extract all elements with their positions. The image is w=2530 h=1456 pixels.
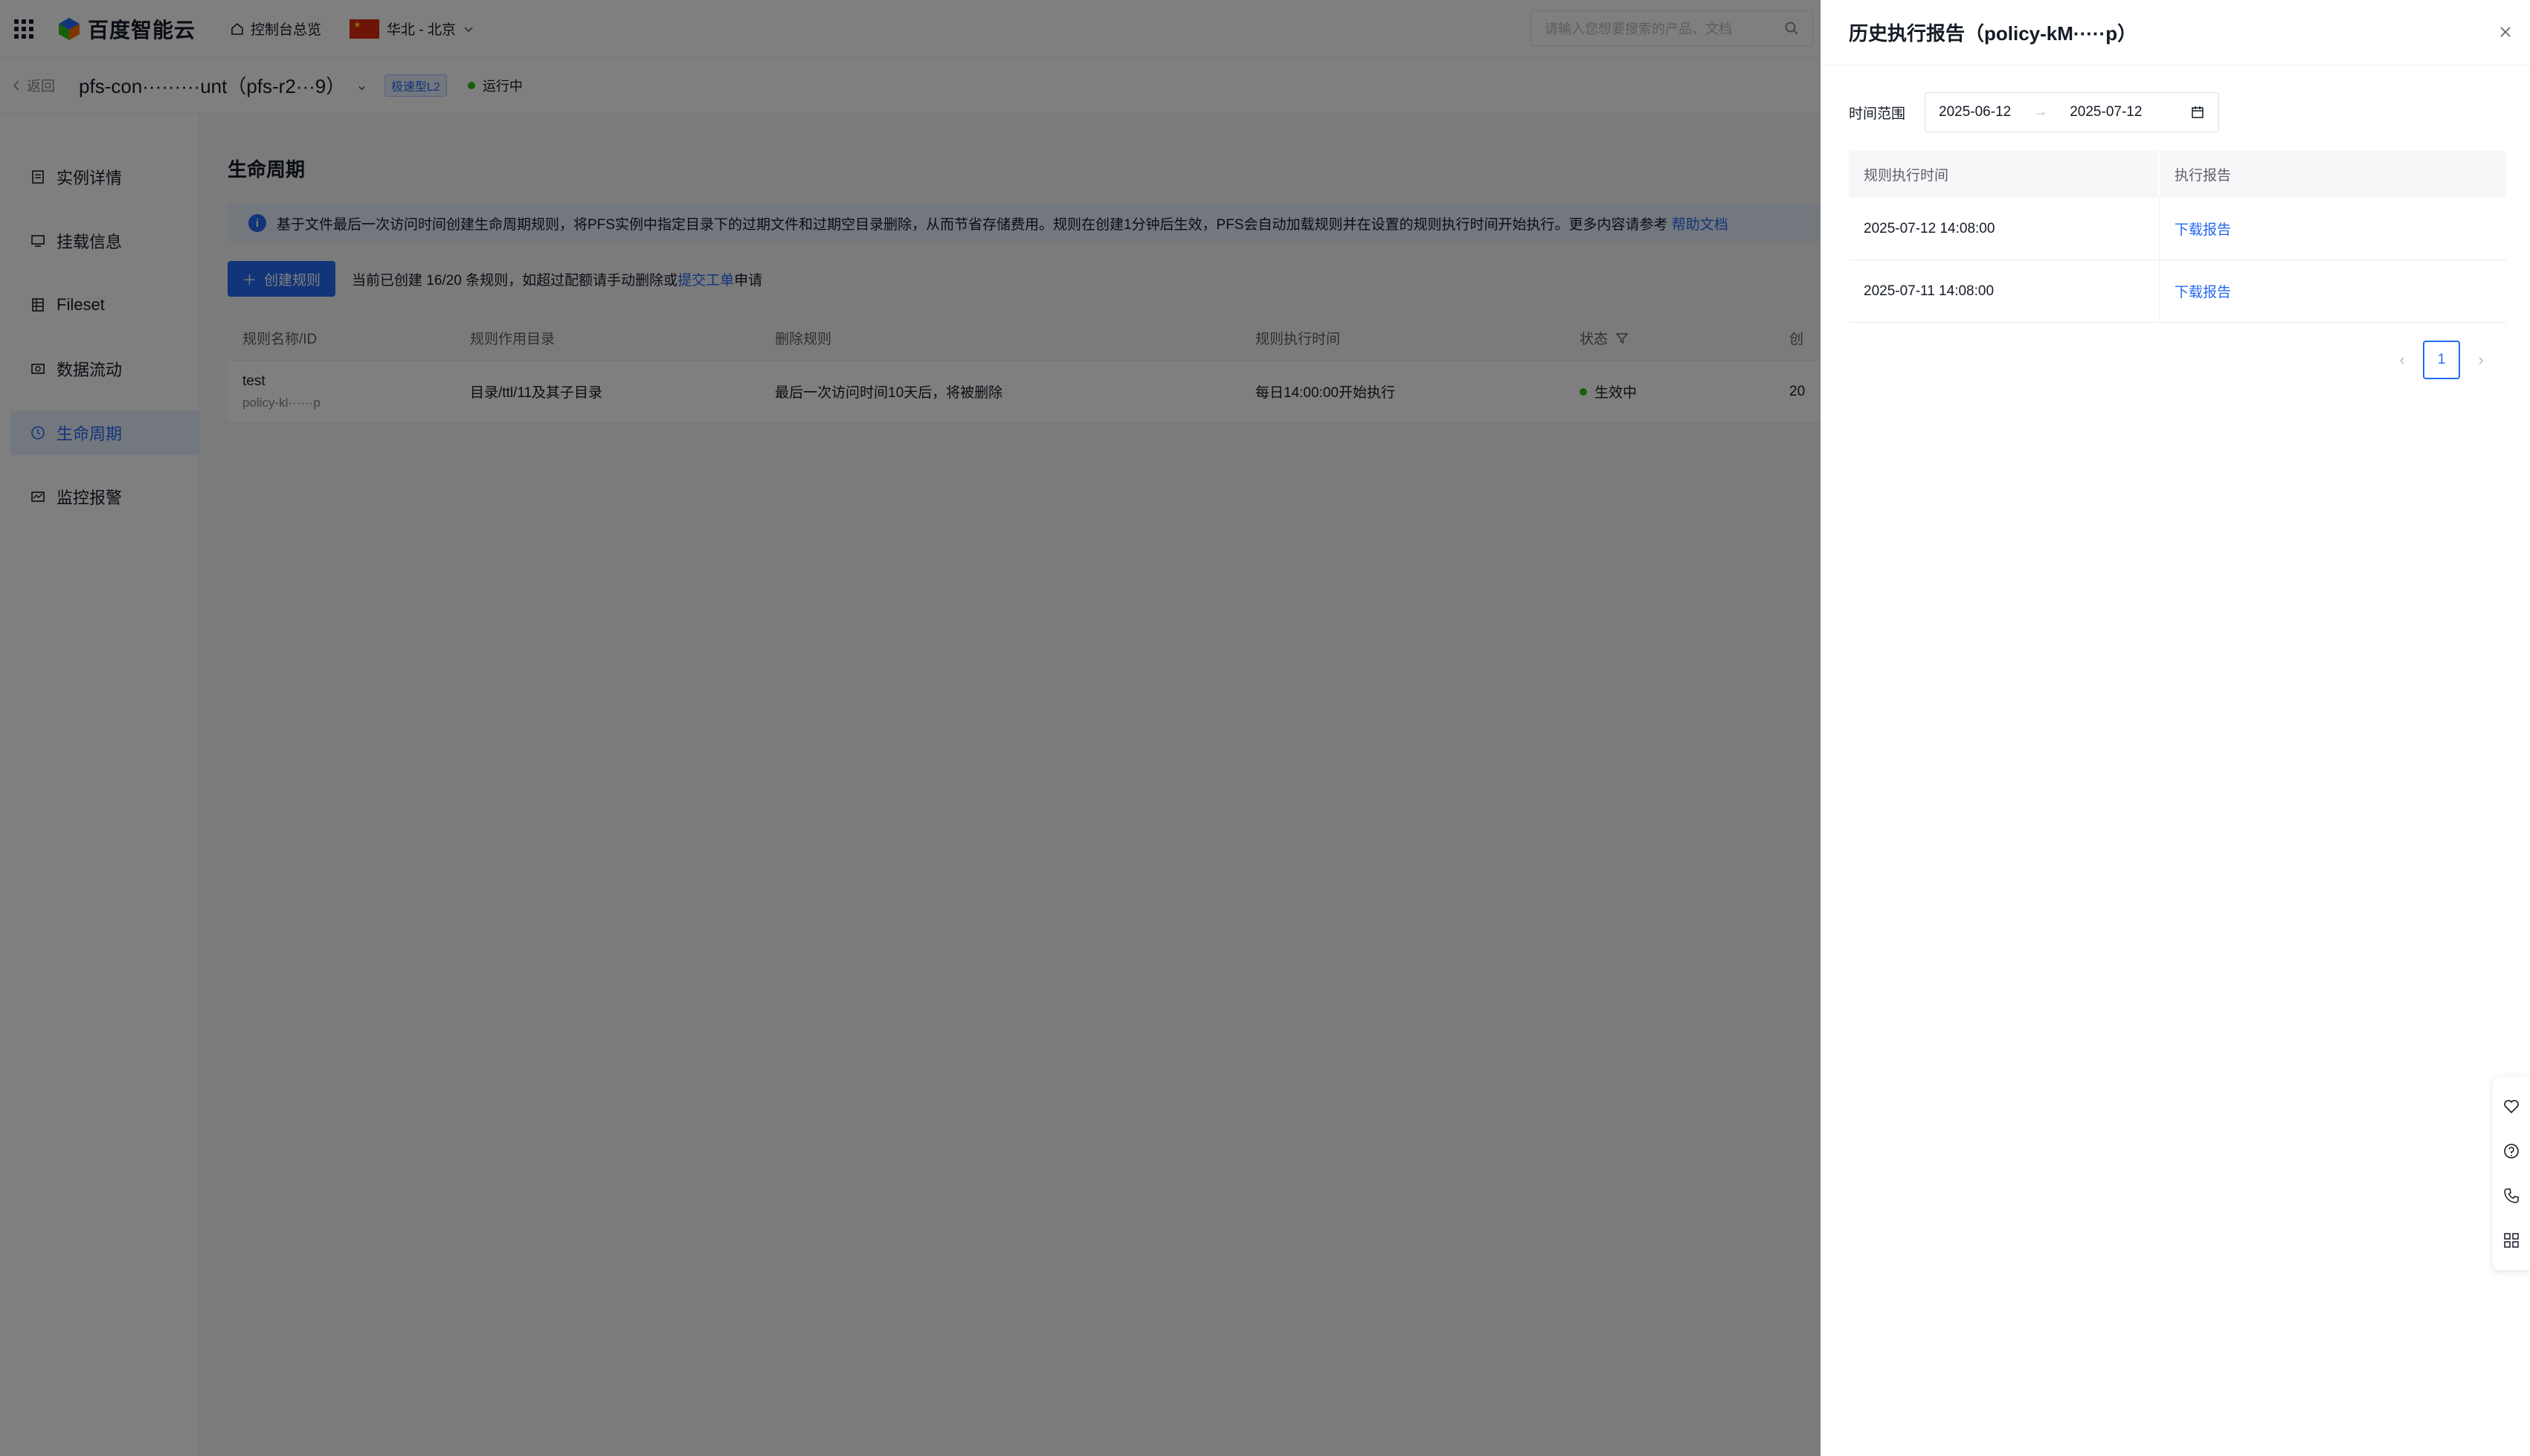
prev-page-chevron-icon[interactable]: ‹ — [2395, 342, 2410, 378]
exec-time-cell: 2025-07-11 14:08:00 — [1849, 260, 2160, 322]
date-range-picker[interactable]: 2025-06-12 → 2025-07-12 — [1925, 92, 2220, 132]
next-page-chevron-icon[interactable]: › — [2473, 342, 2488, 378]
favorite-icon[interactable] — [2501, 1096, 2522, 1117]
phone-icon[interactable] — [2501, 1185, 2522, 1206]
time-range-label: 时间范围 — [1849, 106, 1906, 122]
page-number-button[interactable]: 1 — [2423, 341, 2460, 379]
history-report-drawer: 历史执行报告（policy-kM·····p） 时间范围 2025-06-12 … — [1821, 0, 2530, 1456]
column-header: 执行报告 — [2175, 167, 2232, 184]
pagination: ‹ 1 › — [2395, 341, 2488, 379]
calendar-icon[interactable] — [2190, 105, 2205, 120]
drawer-overlay-mask[interactable] — [0, 0, 1821, 1456]
download-report-link[interactable]: 下载报告 — [2160, 281, 2231, 301]
help-icon[interactable] — [2501, 1141, 2522, 1162]
download-report-link[interactable]: 下载报告 — [2160, 219, 2231, 239]
report-table: 规则执行时间 执行报告 2025-07-12 14:08:00 下载报告 202… — [1849, 150, 2506, 323]
time-range-row: 时间范围 2025-06-12 → 2025-07-12 — [1849, 92, 2220, 132]
end-date[interactable]: 2025-07-12 — [2070, 104, 2142, 120]
close-icon[interactable] — [2496, 22, 2515, 42]
floating-toolbar — [2493, 1077, 2530, 1270]
exec-time-cell: 2025-07-12 14:08:00 — [1849, 198, 2160, 260]
table-row: 2025-07-11 14:08:00 下载报告 — [1849, 260, 2506, 323]
apps-icon[interactable] — [2501, 1230, 2522, 1251]
drawer-header: 历史执行报告（policy-kM·····p） — [1821, 0, 2530, 65]
drawer-title: 历史执行报告（policy-kM·····p） — [1849, 22, 2137, 45]
table-row: 2025-07-12 14:08:00 下载报告 — [1849, 198, 2506, 260]
start-date[interactable]: 2025-06-12 — [1939, 104, 2011, 120]
table-header: 规则执行时间 执行报告 — [1849, 150, 2506, 198]
page: 百度智能云 控制台总览 华北 - 北京 请输入您想要搜索的产品、文档 返回 pf… — [0, 0, 2530, 1456]
range-separator: → — [2033, 104, 2048, 120]
column-header: 规则执行时间 — [1849, 150, 2160, 198]
